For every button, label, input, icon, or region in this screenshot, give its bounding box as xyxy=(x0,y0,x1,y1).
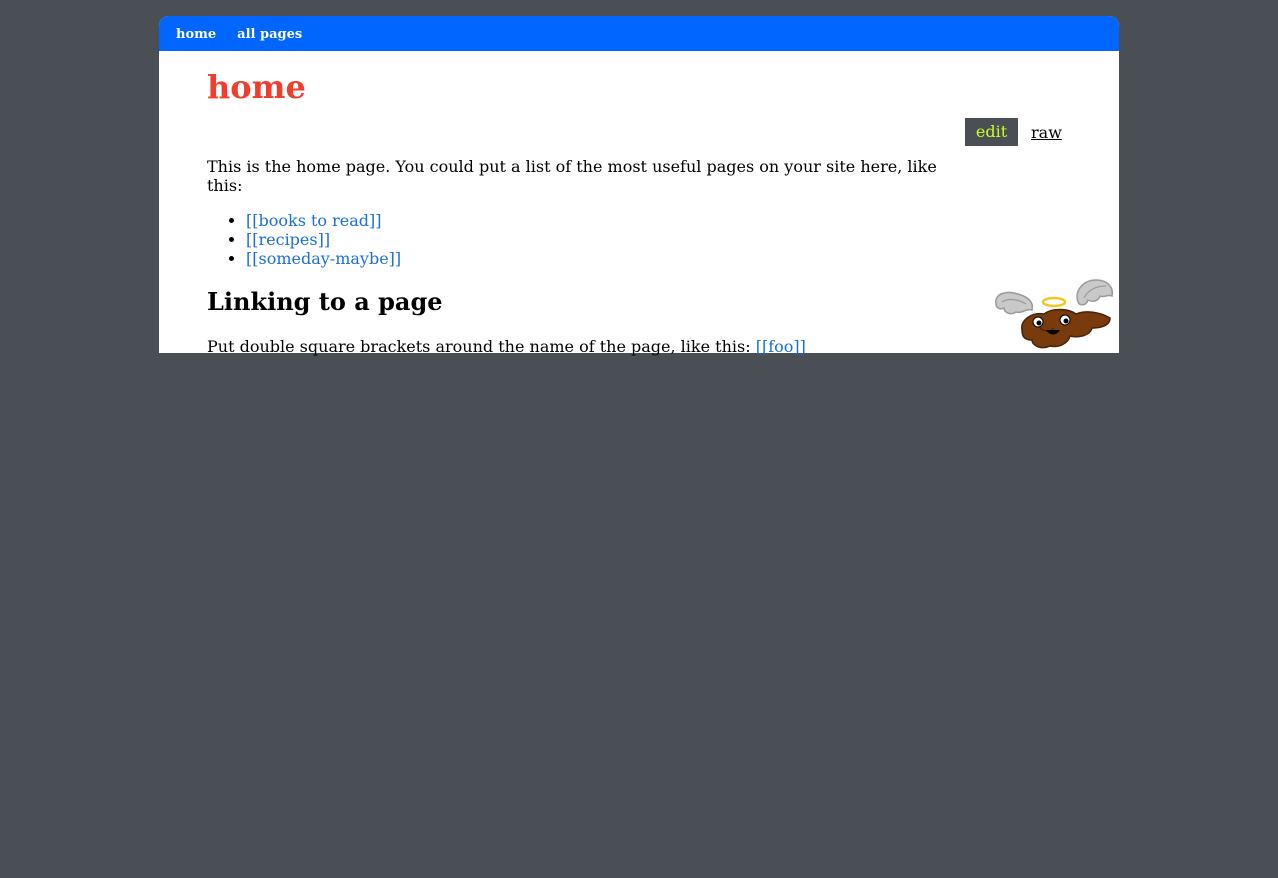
list-item: [[someday-maybe]] xyxy=(246,249,401,268)
page-actions: edit raw xyxy=(965,118,1062,146)
list-item: [[recipes]] xyxy=(246,230,401,249)
section-text-body: Put double square brackets around the na… xyxy=(207,337,756,356)
angel-mascot-icon xyxy=(995,279,1114,349)
nav-all-pages-link[interactable]: all pages xyxy=(237,25,302,42)
nav-home-link[interactable]: home xyxy=(176,25,216,42)
section-heading: Linking to a page xyxy=(207,287,443,316)
edit-button[interactable]: edit xyxy=(965,118,1018,146)
page-title: home xyxy=(207,68,306,106)
raw-link[interactable]: raw xyxy=(1031,123,1062,142)
page-container: home all pages home edit raw This is the… xyxy=(159,16,1119,356)
list-item: [[books to read]] xyxy=(246,211,401,230)
intro-paragraph: This is the home page. You could put a l… xyxy=(207,157,937,195)
wiki-link-recipes[interactable]: [[recipes]] xyxy=(246,230,330,249)
wiki-link-someday-maybe[interactable]: [[someday-maybe]] xyxy=(246,249,401,268)
top-navbar: home all pages xyxy=(159,16,1119,51)
wiki-link-foo[interactable]: [[foo]] xyxy=(756,337,806,356)
useful-pages-list: [[books to read]] [[recipes]] [[someday-… xyxy=(207,211,401,268)
wiki-link-books-to-read[interactable]: [[books to read]] xyxy=(246,211,382,230)
section-text: Put double square brackets around the na… xyxy=(207,337,806,356)
